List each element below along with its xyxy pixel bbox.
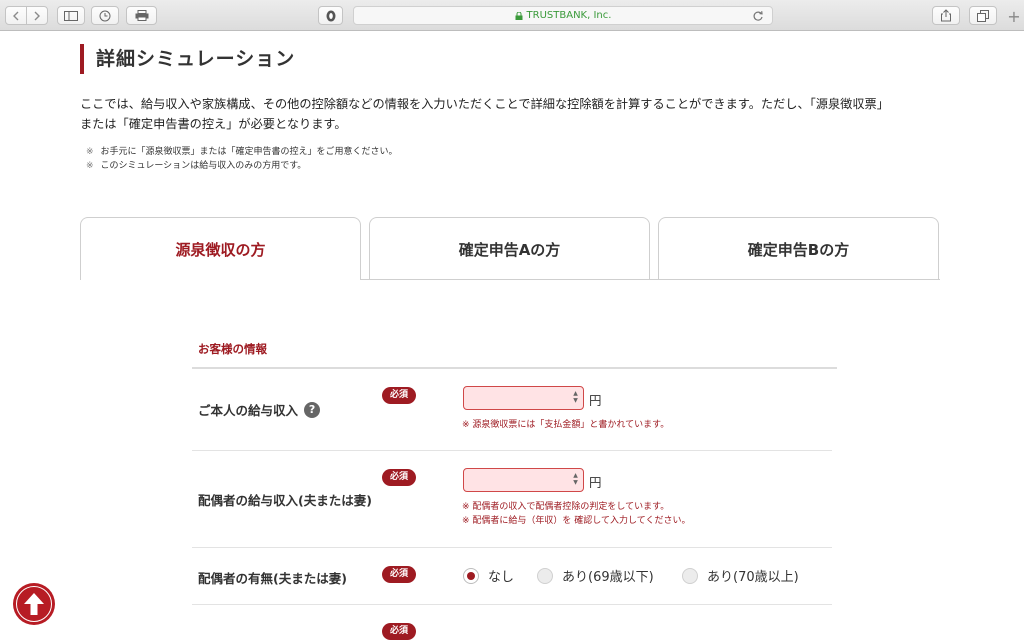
address-text: TRUSTBANK, Inc.	[526, 10, 612, 21]
spinner-icon[interactable]: ▲ ▼	[572, 390, 579, 406]
sidebar-icon	[64, 10, 78, 21]
back-button[interactable]	[5, 6, 27, 25]
spouse-salary-input[interactable]: ▲ ▼	[463, 468, 584, 492]
radio-selected-icon	[463, 567, 479, 584]
note-item: ※ このシミュレーションは給与収入のみの方用です。	[86, 161, 307, 171]
reload-icon[interactable]	[752, 10, 764, 22]
radio-unselected-icon	[537, 567, 553, 584]
required-badge: 必須	[382, 623, 416, 640]
radio-spouse-none[interactable]: なし	[463, 566, 514, 585]
notes-list: ※ お手元に「源泉徴収票」または「確定申告書の控え」をご用意ください。 ※ このシミ…	[86, 145, 398, 173]
unit-label: 円	[589, 475, 602, 490]
back-icon	[13, 11, 19, 20]
sidebar-button[interactable]	[57, 6, 85, 25]
print-button[interactable]	[126, 6, 157, 25]
required-badge: 必須	[382, 387, 416, 404]
hint-text: ※ 配偶者に給与（年収）を 確認して入力してください。	[462, 516, 691, 526]
tab-tax-return-b[interactable]: 確定申告Bの方	[658, 217, 939, 280]
tabs-icon	[977, 9, 989, 22]
note-item: ※ お手元に「源泉徴収票」または「確定申告書の控え」をご用意ください。	[86, 147, 398, 157]
label-spouse-presence: 配偶者の有無(夫または妻)	[198, 571, 347, 586]
divider	[192, 450, 832, 451]
tab-tax-return-a[interactable]: 確定申告Aの方	[369, 217, 650, 280]
history-icon	[99, 10, 111, 21]
page-top-button[interactable]	[13, 583, 55, 625]
unit-label: 円	[589, 393, 602, 408]
divider	[192, 367, 837, 369]
tab-withholding[interactable]: 源泉徴収の方	[80, 217, 361, 280]
help-icon[interactable]: ?	[304, 401, 321, 418]
reading-list-icon	[135, 10, 148, 21]
share-icon	[941, 9, 951, 22]
radio-spouse-under-70[interactable]: あり(69歳以下)	[537, 566, 654, 585]
required-badge: 必須	[382, 469, 416, 486]
browser-toolbar: TRUSTBANK, Inc. +	[0, 0, 1024, 31]
address-bar[interactable]: TRUSTBANK, Inc.	[353, 6, 773, 25]
forward-icon	[34, 11, 40, 20]
new-tab-button[interactable]: +	[1006, 7, 1022, 26]
divider	[192, 604, 832, 605]
label-own-salary: ご本人の給与収入 ?	[198, 400, 321, 419]
intro-text: ここでは、給与収入や家族構成、その他の控除額などの情報を入力いただくことで詳細な…	[80, 94, 950, 134]
privacy-button[interactable]	[318, 6, 343, 25]
required-badge: 必須	[382, 566, 416, 583]
share-button[interactable]	[932, 6, 960, 25]
label-spouse-salary: 配偶者の給与収入(夫または妻)	[198, 493, 372, 508]
radio-unselected-icon	[682, 567, 698, 584]
section-title: お客様の情報	[198, 342, 267, 356]
hint-text: ※ 配偶者の収入で配偶者控除の判定をしています。	[462, 502, 670, 512]
tabs-button[interactable]	[969, 6, 997, 25]
tab-bar: 源泉徴収の方 確定申告Aの方 確定申告Bの方	[80, 217, 940, 280]
divider	[192, 547, 832, 548]
history-button[interactable]	[91, 6, 119, 25]
intro-line-1: ここでは、給与収入や家族構成、その他の控除額などの情報を入力いただくことで詳細な…	[80, 97, 889, 111]
shield-icon	[326, 10, 335, 21]
radio-spouse-70-plus[interactable]: あり(70歳以上)	[682, 566, 799, 585]
lock-icon	[515, 11, 523, 20]
own-salary-input[interactable]: ▲ ▼	[463, 386, 584, 410]
spinner-icon[interactable]: ▲ ▼	[572, 472, 579, 488]
arrow-up-icon	[24, 593, 44, 615]
forward-button[interactable]	[26, 6, 48, 25]
hint-text: ※ 源泉徴収票には「支払金額」と書かれています。	[462, 420, 670, 430]
intro-line-2: または「確定申告書の控え」が必要となります。	[80, 117, 347, 131]
plus-icon: +	[1007, 7, 1021, 26]
page-title: 詳細シミュレーション	[80, 44, 295, 74]
